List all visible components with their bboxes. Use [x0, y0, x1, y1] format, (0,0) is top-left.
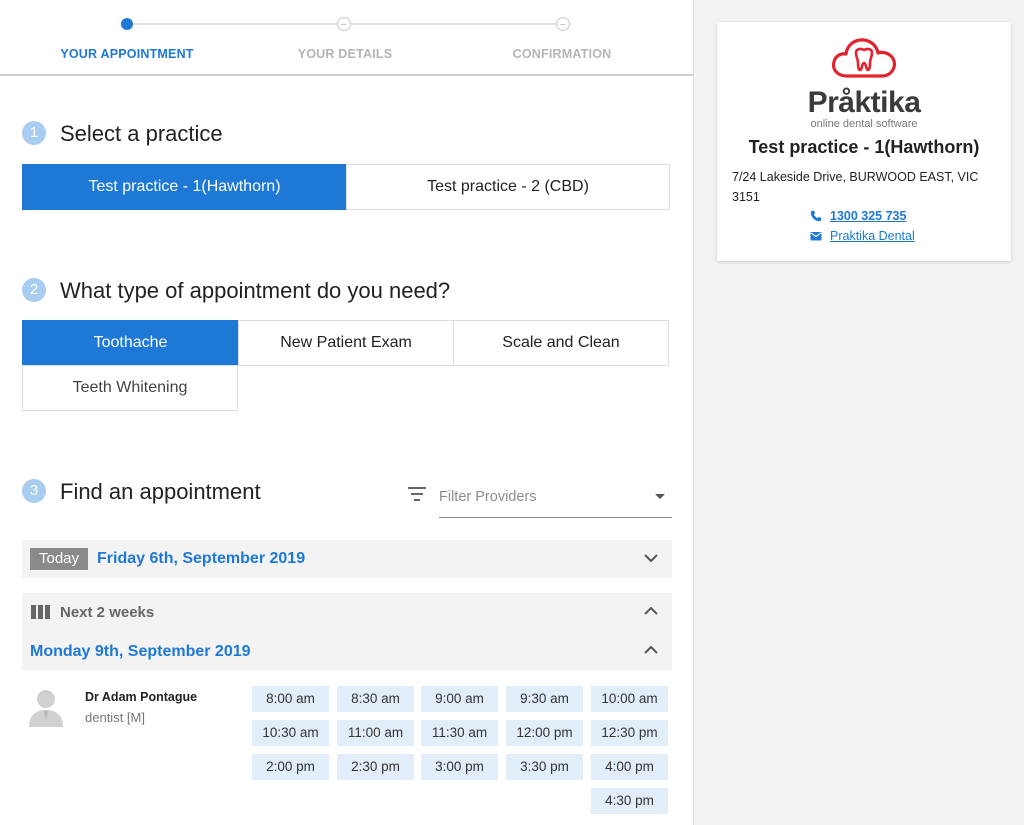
section-title-practice: Select a practice — [60, 121, 223, 146]
time-slot-button[interactable]: 10:00 am — [591, 686, 668, 712]
step-dot-active — [121, 18, 133, 30]
time-slot-button[interactable]: 3:30 pm — [506, 754, 583, 780]
provider-avatar-icon — [29, 690, 63, 727]
cloud-tooth-logo-icon — [831, 38, 896, 78]
practice-phone-link[interactable]: 1300 325 735 — [830, 209, 906, 223]
time-slot-button[interactable]: 4:00 pm — [591, 754, 668, 780]
practice-card-title: Test practice - 1(Hawthorn) — [748, 137, 980, 157]
time-slot-button[interactable]: 2:30 pm — [337, 754, 414, 780]
section-number: 1 — [22, 121, 46, 145]
filter-providers-placeholder: Filter Providers — [439, 489, 537, 505]
day-date[interactable]: Monday 9th, September 2019 — [30, 643, 251, 661]
practice-option-hawthorn[interactable]: Test practice - 1(Hawthorn) — [22, 164, 347, 210]
time-slot-button[interactable]: 12:30 pm — [591, 720, 668, 746]
time-slot-button[interactable]: 8:30 am — [337, 686, 414, 712]
time-slot-button[interactable]: 9:30 am — [506, 686, 583, 712]
type-option-new-patient-exam[interactable]: New Patient Exam — [238, 320, 454, 366]
time-slot-button[interactable]: 12:00 pm — [506, 720, 583, 746]
time-slot-button[interactable]: 11:30 am — [421, 720, 498, 746]
time-slot-button[interactable]: 3:00 pm — [421, 754, 498, 780]
next-weeks-accordion: Next 2 weeks Monday 9th, September 2019 — [22, 593, 672, 670]
time-slot-button[interactable]: 4:30 pm — [591, 788, 668, 814]
booking-panel: YOUR APPOINTMENT YOUR DETAILS CONFIRMATI… — [0, 0, 694, 825]
step-confirmation: CONFIRMATION — [512, 47, 612, 61]
calendar-columns-icon — [31, 605, 50, 619]
brand-tagline: online dental software — [810, 118, 918, 130]
provider-role: dentist [M] — [85, 710, 145, 725]
practice-email-link[interactable]: Praktika Dental — [830, 229, 915, 243]
section-title-appointment-type: What type of appointment do you need? — [60, 278, 451, 303]
section-title-find-appointment: Find an appointment — [60, 479, 261, 504]
step-your-appointment[interactable]: YOUR APPOINTMENT — [27, 47, 227, 61]
chevron-down-icon[interactable] — [644, 554, 658, 563]
step-dot-pending — [337, 17, 351, 31]
step-dot-pending — [556, 17, 570, 31]
type-option-teeth-whitening[interactable]: Teeth Whitening — [22, 365, 238, 411]
time-slot-button[interactable]: 11:00 am — [337, 720, 414, 746]
filter-icon — [408, 487, 426, 501]
practice-info-card: Pråktika online dental software Test pra… — [717, 22, 1011, 261]
chevron-up-icon[interactable] — [644, 606, 658, 615]
time-slot-button[interactable]: 2:00 pm — [252, 754, 329, 780]
progress-stepper: YOUR APPOINTMENT YOUR DETAILS CONFIRMATI… — [0, 0, 693, 76]
today-accordion-header[interactable]: Today Friday 6th, September 2019 — [22, 540, 672, 578]
chevron-up-icon[interactable] — [644, 645, 658, 654]
filter-providers-field[interactable]: Filter Providers — [439, 484, 672, 518]
section-number: 3 — [22, 479, 46, 503]
brand-name: Pråktika — [807, 86, 921, 119]
next-weeks-label[interactable]: Next 2 weeks — [60, 604, 154, 621]
time-slot-button[interactable]: 8:00 am — [252, 686, 329, 712]
type-option-scale-and-clean[interactable]: Scale and Clean — [453, 320, 669, 366]
email-icon — [810, 232, 822, 241]
today-badge: Today — [30, 548, 88, 570]
phone-icon — [810, 210, 822, 222]
stepper-line — [351, 23, 556, 25]
practice-address: 7/24 Lakeside Drive, BURWOOD EAST, VIC 3… — [732, 170, 979, 204]
type-option-toothache[interactable]: Toothache — [22, 320, 239, 366]
time-slot-button[interactable]: 10:30 am — [252, 720, 329, 746]
section-number: 2 — [22, 278, 46, 302]
dropdown-arrow-icon[interactable] — [655, 494, 665, 499]
step-your-details: YOUR DETAILS — [297, 47, 393, 61]
filter-providers-select[interactable]: Filter Providers — [408, 484, 672, 518]
stepper-line — [127, 23, 337, 25]
today-date: Friday 6th, September 2019 — [97, 550, 306, 567]
practice-option-cbd[interactable]: Test practice - 2 (CBD) — [346, 164, 670, 210]
time-slot-button[interactable]: 9:00 am — [421, 686, 498, 712]
provider-name: Dr Adam Pontague — [85, 690, 198, 704]
